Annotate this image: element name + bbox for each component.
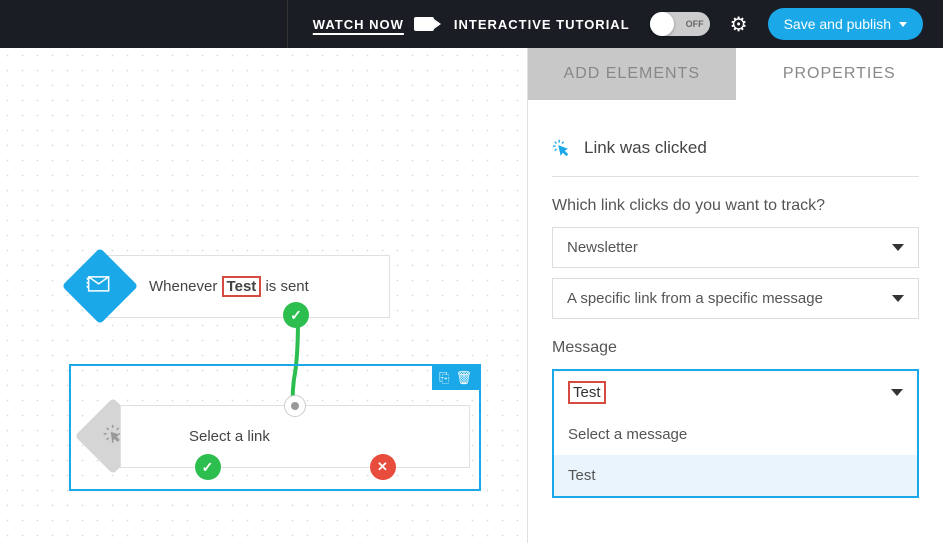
- trash-icon[interactable]: 🗑: [455, 370, 472, 386]
- gear-icon[interactable]: ⚙: [730, 12, 748, 37]
- link-type-value: A specific link from a specific message: [567, 290, 823, 307]
- workflow-canvas[interactable]: Whenever Test is sent ✓ ⎘ 🗑 Select a lin…: [0, 48, 527, 543]
- side-panel: ADD ELEMENTS PROPERTIES Link was clicked…: [527, 48, 943, 543]
- tab-add-elements[interactable]: ADD ELEMENTS: [528, 48, 736, 100]
- message-field: Message Test Select a message Test: [552, 339, 919, 498]
- node-toolbar: ⎘ 🗑: [432, 366, 479, 390]
- watch-now-link[interactable]: WATCH NOW: [313, 17, 434, 32]
- tutorial-label: INTERACTIVE TUTORIAL: [454, 17, 630, 32]
- copy-icon[interactable]: ⎘: [439, 370, 449, 386]
- header-divider: [287, 0, 288, 48]
- app-header: WATCH NOW INTERACTIVE TUTORIAL OFF ⚙ Sav…: [0, 0, 943, 48]
- panel-tabs: ADD ELEMENTS PROPERTIES: [528, 48, 943, 100]
- property-title: Link was clicked: [584, 138, 707, 158]
- message-current-value: Test: [568, 381, 606, 404]
- condition-label: Select a link: [189, 428, 270, 445]
- message-option-test[interactable]: Test: [554, 455, 917, 496]
- message-label: Message: [552, 339, 919, 357]
- message-current: Test: [554, 371, 917, 414]
- link-click-icon: [552, 139, 570, 157]
- property-header: Link was clicked: [552, 120, 919, 177]
- link-type-select[interactable]: A specific link from a specific message: [552, 278, 919, 319]
- tutorial-toggle[interactable]: OFF: [650, 12, 710, 36]
- trigger-node-box: Whenever Test is sent: [100, 255, 390, 318]
- panel-body: Link was clicked Which link clicks do yo…: [528, 100, 943, 518]
- message-dropdown: Select a message Test: [554, 414, 917, 496]
- message-option-placeholder[interactable]: Select a message: [554, 414, 917, 455]
- watch-now-label: WATCH NOW: [313, 17, 404, 32]
- tab-properties[interactable]: PROPERTIES: [736, 48, 943, 100]
- check-icon: ✓: [283, 302, 309, 328]
- save-publish-button[interactable]: Save and publish: [768, 8, 923, 40]
- yes-output-icon[interactable]: ✓: [195, 454, 221, 480]
- toggle-knob: [650, 12, 674, 36]
- trigger-node[interactable]: Whenever Test is sent: [100, 255, 390, 318]
- trigger-suffix: is sent: [261, 278, 309, 295]
- toggle-state: OFF: [686, 19, 704, 29]
- connector-check: ✓: [283, 302, 309, 328]
- no-output-icon[interactable]: ✕: [370, 454, 396, 480]
- newsletter-value: Newsletter: [567, 239, 638, 256]
- mail-sent-icon: [87, 275, 113, 298]
- save-publish-label: Save and publish: [784, 16, 891, 32]
- newsletter-select[interactable]: Newsletter: [552, 227, 919, 268]
- trigger-prefix: Whenever: [149, 278, 222, 295]
- main-area: Whenever Test is sent ✓ ⎘ 🗑 Select a lin…: [0, 48, 943, 543]
- camera-icon: [414, 17, 434, 31]
- message-select[interactable]: Test Select a message Test: [552, 369, 919, 498]
- trigger-highlight: Test: [222, 276, 262, 297]
- input-handle[interactable]: [284, 395, 306, 417]
- track-label: Which link clicks do you want to track?: [552, 197, 919, 215]
- decision-row: ✓ ✕: [120, 454, 470, 480]
- condition-node[interactable]: ⎘ 🗑 Select a link ✓ ✕: [69, 364, 481, 491]
